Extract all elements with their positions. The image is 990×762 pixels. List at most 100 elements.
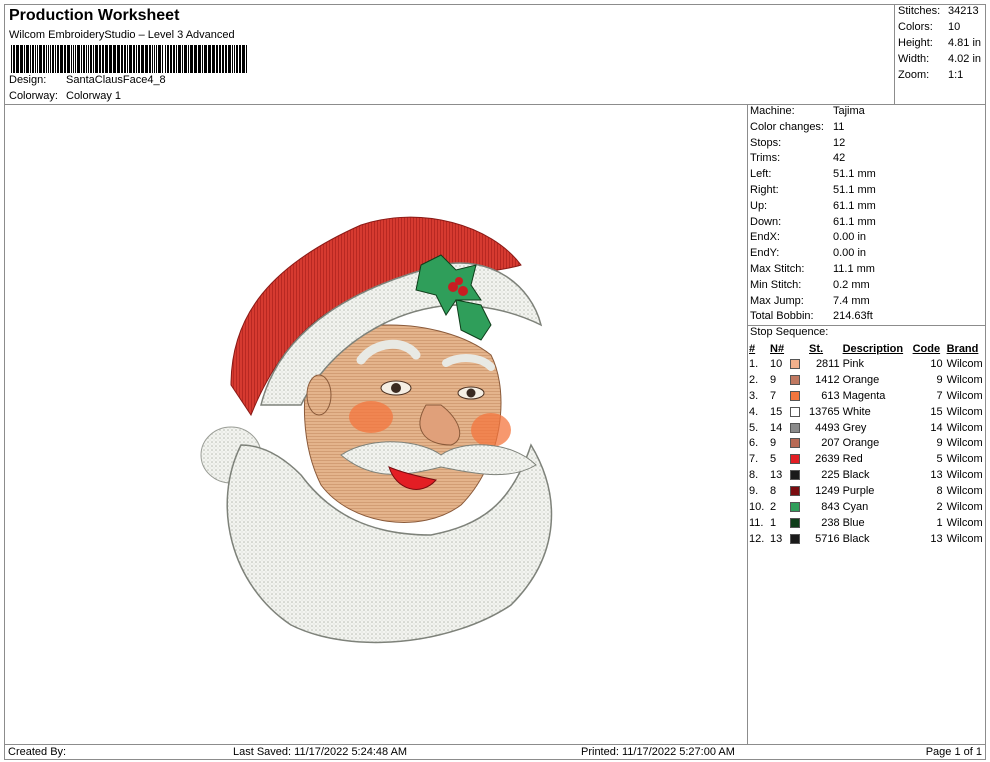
color-code: 15 xyxy=(930,405,943,418)
needle-number: 9 xyxy=(770,373,777,386)
barcode-bar xyxy=(86,45,87,73)
thread-brand: Wilcom xyxy=(946,500,983,513)
barcode-bar xyxy=(52,45,54,73)
stop-index: 6. xyxy=(749,437,759,450)
stitch-count: 225 xyxy=(821,469,840,482)
color-description: White xyxy=(842,405,871,418)
stop-index: 1. xyxy=(749,357,759,370)
worksheet-header: Production Worksheet Wilcom EmbroiderySt… xyxy=(4,4,895,105)
header-code: Code xyxy=(912,342,941,355)
machine-info-label: Up: xyxy=(750,199,768,212)
barcode-bar xyxy=(26,45,29,73)
thread-brand: Wilcom xyxy=(946,485,983,498)
stat-label: Height: xyxy=(898,37,933,49)
machine-info-label: Total Bobbin: xyxy=(750,310,814,323)
stop-index: 5. xyxy=(749,421,759,434)
barcode-bar xyxy=(152,45,153,73)
stop-sequence-row: 4. 15 13765 White 15 Wilcom xyxy=(749,404,985,420)
colorway-row: Colorway: Colorway 1 xyxy=(9,90,121,102)
color-swatch xyxy=(790,374,800,385)
thread-brand: Wilcom xyxy=(946,373,983,386)
machine-info-row: Color changes: 11 xyxy=(750,121,844,133)
machine-info-value: 11.1 mm xyxy=(833,263,875,275)
stitch-count: 5716 xyxy=(815,532,840,545)
machine-info-value: 12 xyxy=(833,136,846,149)
barcode-bar xyxy=(162,45,163,73)
color-swatch-cell xyxy=(790,467,809,483)
barcode-bar xyxy=(239,45,241,73)
barcode-bar xyxy=(127,45,128,73)
stop-index: 10. xyxy=(749,500,765,513)
thread-brand: Wilcom xyxy=(946,389,983,402)
color-swatch xyxy=(790,502,800,513)
machine-info-label: Stops: xyxy=(750,136,782,149)
stitch-count: 1249 xyxy=(815,485,840,498)
color-swatch-cell xyxy=(790,451,809,467)
stat-row: Colors: 10 xyxy=(898,21,960,33)
color-swatch xyxy=(790,454,800,465)
barcode-image xyxy=(11,45,247,73)
software-subtitle: Wilcom EmbroideryStudio – Level 3 Advanc… xyxy=(9,29,235,41)
barcode-bar xyxy=(77,45,80,73)
color-swatch-cell xyxy=(790,515,809,531)
stat-label: Stitches: xyxy=(898,5,941,17)
color-swatch xyxy=(790,517,800,528)
stop-sequence-row: 9. 8 1249 Purple 8 Wilcom xyxy=(749,483,985,499)
machine-info-value: 51.1 mm xyxy=(833,168,876,181)
color-swatch xyxy=(790,390,800,401)
color-code: 9 xyxy=(936,373,943,386)
stitch-count: 238 xyxy=(821,516,840,529)
machine-info-value: 7.4 mm xyxy=(833,294,870,307)
stop-sequence-table: # N# St. Description Code Brand 1. 10 2811… xyxy=(749,341,985,547)
machine-info-row: Machine: Tajima xyxy=(750,105,865,117)
barcode-bar xyxy=(88,45,89,73)
machine-info-row: Stops: 12 xyxy=(750,137,845,149)
stop-index: 9. xyxy=(749,485,759,498)
stop-index: 7. xyxy=(749,453,759,466)
stat-row: Zoom: 1:1 xyxy=(898,69,963,81)
barcode-bar xyxy=(228,45,231,73)
barcode-bar xyxy=(129,45,132,73)
machine-info-label: Max Jump: xyxy=(750,294,804,307)
color-description: Cyan xyxy=(842,500,869,513)
design-label: Design: xyxy=(9,74,47,86)
stop-index: 8. xyxy=(749,469,759,482)
color-swatch xyxy=(790,533,800,544)
color-swatch xyxy=(790,359,800,370)
santa-face-embroidery-image xyxy=(200,216,553,644)
barcode-bar xyxy=(46,45,47,73)
header-description: Description xyxy=(842,342,904,355)
barcode-bar xyxy=(141,45,144,73)
stop-index: 4. xyxy=(749,405,759,418)
barcode-bar xyxy=(81,45,82,73)
color-code: 13 xyxy=(930,469,943,482)
barcode-bar xyxy=(90,45,92,73)
stitch-count: 2811 xyxy=(815,357,840,370)
thread-brand: Wilcom xyxy=(946,357,983,370)
machine-info-row: EndX: 0.00 in xyxy=(750,231,866,243)
stat-value: 10 xyxy=(948,21,961,33)
barcode-bar xyxy=(13,45,15,73)
design-row: Design: SantaClausFace4_8 xyxy=(9,74,166,86)
machine-info-label: Left: xyxy=(750,168,772,181)
barcode-bar xyxy=(194,45,197,73)
color-code: 1 xyxy=(936,516,943,529)
color-swatch-cell xyxy=(790,483,809,499)
stat-row: Width: 4.02 in xyxy=(898,53,981,65)
color-code: 5 xyxy=(936,453,943,466)
header-swatch xyxy=(790,341,809,356)
stat-value: 4.02 in xyxy=(948,53,982,65)
stitch-count: 613 xyxy=(821,389,840,402)
stat-label: Width: xyxy=(898,53,930,65)
stat-value: 34213 xyxy=(948,5,979,17)
thread-brand: Wilcom xyxy=(946,532,983,545)
machine-info-value: 0.00 in xyxy=(833,231,867,244)
machine-info-label: Right: xyxy=(750,184,779,196)
barcode-bar xyxy=(216,45,218,73)
color-swatch-cell xyxy=(790,531,809,547)
color-description: Purple xyxy=(842,485,875,498)
worksheet-footer: Created By: Last Saved: 11/17/2022 5:24:… xyxy=(4,744,986,760)
barcode-bar xyxy=(136,45,137,73)
color-swatch-cell xyxy=(790,356,809,372)
color-description: Black xyxy=(842,532,870,545)
